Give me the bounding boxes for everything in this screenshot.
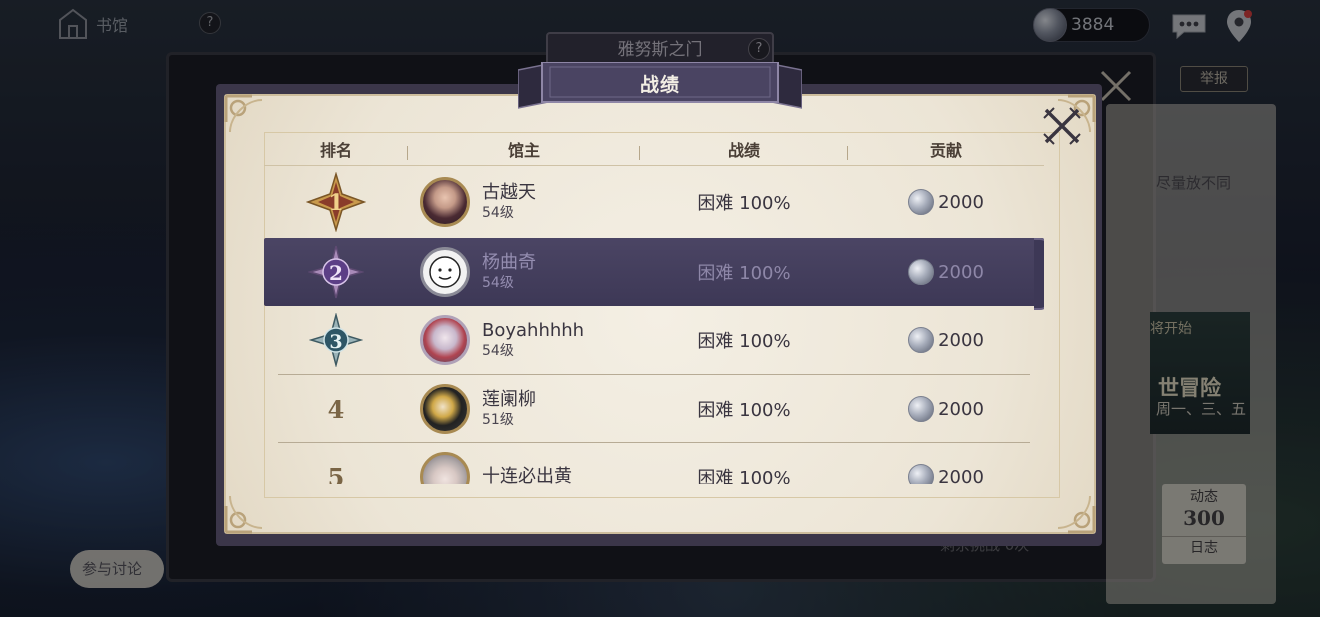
owner-cell: Boyahhhhh 54级 — [408, 315, 640, 365]
column-contribution: 贡献 — [929, 140, 962, 160]
avatar[interactable] — [420, 247, 470, 297]
rank-1-gold-badge-icon: 1 — [306, 172, 366, 232]
avatar[interactable] — [420, 452, 470, 484]
rank-number: 4 — [327, 394, 345, 424]
silver-coin-icon — [908, 464, 935, 484]
contribution-value: 2000 — [938, 329, 984, 351]
owner-name: 古越天 — [482, 182, 536, 203]
silver-coin-icon — [908, 259, 935, 285]
table-row-current-user[interactable]: 2 杨曲奇 54级 困难 100% 2000 — [264, 238, 1044, 310]
corner-ornament-icon — [224, 495, 263, 534]
owner-cell: 杨曲奇 54级 — [408, 247, 640, 297]
close-icon[interactable] — [1040, 104, 1084, 148]
avatar[interactable] — [420, 177, 470, 227]
record-cell: 困难 100% — [697, 331, 791, 352]
contribution-cell: 2000 — [848, 259, 1044, 285]
contribution-value: 2000 — [938, 191, 984, 213]
rank-cell: 5 — [264, 463, 408, 485]
column-rank: 排名 — [264, 137, 408, 161]
silver-coin-icon — [908, 327, 935, 353]
table-row[interactable]: 1 古越天 54级 困难 100% 2000 — [264, 168, 1044, 236]
column-owner: 馆主 — [408, 137, 640, 161]
rank-number: 5 — [327, 462, 345, 485]
contribution-cell: 2000 — [848, 396, 1044, 422]
ranking-list: 1 古越天 54级 困难 100% 2000 2 杨曲奇 54级 困难 100%… — [264, 168, 1044, 484]
record-cell: 困难 100% — [697, 468, 791, 484]
owner-level: 51级 — [482, 412, 514, 428]
contribution-cell: 2000 — [848, 189, 1044, 215]
owner-name: 莲阑柳 — [482, 389, 536, 410]
avatar[interactable] — [420, 315, 470, 365]
contribution-cell: 2000 — [848, 464, 1044, 484]
column-record: 战绩 — [640, 137, 848, 161]
svg-text:2: 2 — [329, 261, 343, 285]
svg-text:3: 3 — [329, 331, 342, 353]
owner-level: 54级 — [482, 343, 514, 359]
rank-cell: 4 — [264, 395, 408, 424]
rank-cell: 2 — [264, 244, 408, 300]
record-cell: 困难 100% — [697, 263, 791, 284]
rank-2-purple-badge-icon: 2 — [308, 245, 364, 299]
owner-name: 杨曲奇 — [482, 252, 536, 273]
modal-title: 战绩 — [639, 74, 680, 96]
table-row[interactable]: 5 十连必出黄 困难 100% 2000 — [264, 443, 1044, 484]
owner-name: 十连必出黄 — [482, 466, 572, 484]
table-header: 排名 馆主 战绩 贡献 — [264, 132, 1044, 166]
table-row[interactable]: 3 Boyahhhhh 54级 困难 100% 2000 — [264, 306, 1044, 374]
rank-cell: 3 — [264, 313, 408, 367]
owner-cell: 莲阑柳 51级 — [408, 384, 640, 434]
silver-coin-icon — [908, 189, 935, 215]
record-cell: 困难 100% — [697, 400, 791, 421]
silver-coin-icon — [908, 396, 935, 422]
owner-level: 54级 — [482, 275, 514, 291]
record-cell: 困难 100% — [697, 193, 791, 214]
table-row[interactable]: 4 莲阑柳 51级 困难 100% 2000 — [264, 375, 1044, 443]
rank-cell: 1 — [264, 172, 408, 232]
owner-cell: 十连必出黄 — [408, 452, 640, 484]
contribution-value: 2000 — [938, 466, 984, 485]
contribution-value: 2000 — [938, 261, 984, 283]
owner-name: Boyahhhhh — [482, 320, 585, 341]
svg-text:1: 1 — [328, 190, 343, 216]
owner-cell: 古越天 54级 — [408, 177, 640, 227]
avatar[interactable] — [420, 384, 470, 434]
corner-ornament-icon — [1057, 495, 1096, 534]
contribution-value: 2000 — [938, 398, 984, 420]
rank-3-teal-badge-icon: 3 — [309, 313, 363, 367]
contribution-cell: 2000 — [848, 327, 1044, 353]
owner-level: 54级 — [482, 205, 514, 221]
